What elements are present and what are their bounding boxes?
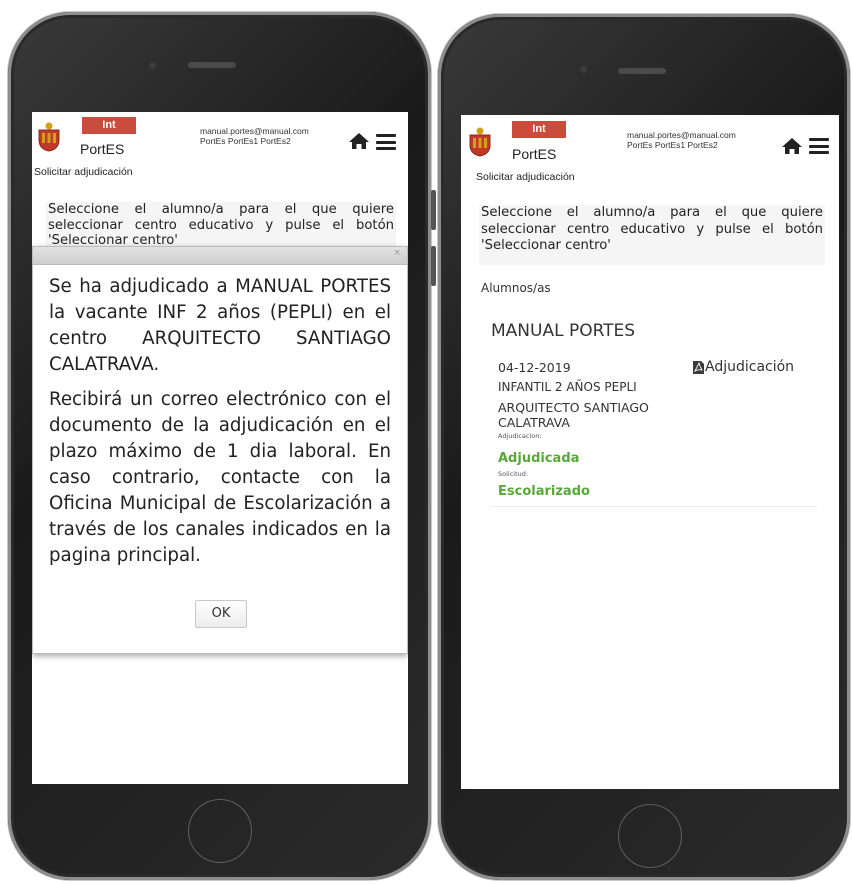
confirmation-dialog: × Se ha adjudicado a MANUAL PORTES la va… bbox=[32, 246, 408, 654]
breadcrumb[interactable]: Solicitar adjudicación bbox=[34, 166, 133, 178]
adjudicacion-document-link[interactable]: Adjudicación bbox=[693, 359, 794, 375]
dialog-message-assignment: Se ha adjudicado a MANUAL PORTES la vaca… bbox=[49, 276, 391, 375]
card-divider bbox=[491, 506, 817, 507]
crest-icon bbox=[38, 122, 60, 152]
student-name[interactable]: MANUAL PORTES bbox=[491, 321, 635, 341]
environment-badge: Int bbox=[512, 121, 566, 138]
solicitud-label: Solicitud: bbox=[498, 470, 529, 478]
user-profiles: PortEs PortEs1 PortEs2 bbox=[200, 136, 291, 146]
school-name-line1: ARQUITECTO SANTIAGO bbox=[498, 400, 649, 415]
app-header: Int PortES manual.portes@manual.com Port… bbox=[461, 115, 839, 175]
brand-name[interactable]: PortES bbox=[80, 141, 124, 157]
brand-name[interactable]: PortES bbox=[512, 146, 556, 162]
home-icon[interactable] bbox=[781, 137, 803, 155]
user-profiles: PortEs PortEs1 PortEs2 bbox=[627, 140, 718, 150]
adjudicacion-status: Adjudicada bbox=[498, 451, 580, 466]
assignment-date: 04-12-2019 bbox=[498, 360, 571, 375]
hamburger-menu-icon[interactable] bbox=[809, 138, 829, 154]
app-header: Int PortES manual.portes@manual.com Port… bbox=[32, 112, 408, 172]
crest-icon bbox=[469, 127, 491, 157]
dialog-message-email-notice: Recibirá un correo electrónico con el do… bbox=[49, 389, 391, 566]
user-email: manual.portes@manual.com bbox=[200, 126, 309, 136]
left-phone-side-button-2 bbox=[431, 246, 436, 286]
home-button[interactable] bbox=[188, 799, 252, 863]
earpiece-speaker bbox=[188, 62, 236, 68]
left-screen: Int PortES manual.portes@manual.com Port… bbox=[32, 112, 408, 784]
course-name: INFANTIL 2 AÑOS PEPLI bbox=[498, 380, 637, 394]
environment-badge: Int bbox=[82, 117, 136, 134]
adjudicacion-label: Adjudicacion: bbox=[498, 432, 542, 440]
solicitud-status: Escolarizado bbox=[498, 484, 590, 499]
right-screen: Int PortES manual.portes@manual.com Port… bbox=[461, 115, 839, 789]
pdf-icon bbox=[693, 360, 704, 374]
close-icon[interactable]: × bbox=[393, 248, 401, 258]
dialog-titlebar[interactable]: × bbox=[33, 247, 407, 265]
ok-button[interactable]: OK bbox=[195, 600, 247, 628]
front-camera bbox=[580, 66, 587, 73]
left-phone-side-button bbox=[431, 190, 436, 230]
home-button[interactable] bbox=[618, 804, 682, 868]
school-name-line2: CALATRAVA bbox=[498, 415, 570, 430]
adjudicacion-link-label[interactable]: Adjudicación bbox=[705, 359, 794, 375]
front-camera bbox=[149, 62, 156, 69]
user-email: manual.portes@manual.com bbox=[627, 130, 736, 140]
instruction-text: Seleccione el alumno/a para el que quier… bbox=[479, 205, 825, 265]
hamburger-menu-icon[interactable] bbox=[376, 134, 396, 150]
instruction-text: Seleccione el alumno/a para el que quier… bbox=[46, 202, 396, 246]
breadcrumb[interactable]: Solicitar adjudicación bbox=[476, 171, 575, 183]
students-section-label: Alumnos/as bbox=[481, 281, 551, 295]
home-icon[interactable] bbox=[348, 132, 370, 150]
earpiece-speaker bbox=[618, 68, 666, 74]
